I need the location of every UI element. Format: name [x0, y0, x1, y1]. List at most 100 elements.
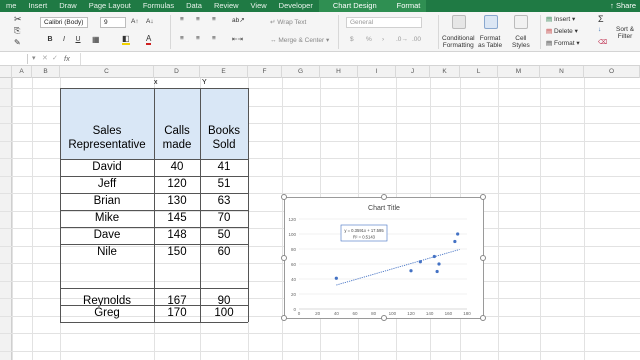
- borders-icon[interactable]: ▦: [92, 35, 100, 44]
- table-cell-rep[interactable]: Dave: [60, 227, 154, 244]
- column-header[interactable]: N: [540, 66, 584, 78]
- underline-button[interactable]: U: [72, 34, 84, 45]
- tab-formulas[interactable]: Formulas: [137, 0, 180, 12]
- table-cell-books[interactable]: 41: [200, 159, 248, 176]
- table-cell-calls[interactable]: [154, 261, 200, 288]
- table-cell-calls[interactable]: 148: [154, 227, 200, 244]
- copy-icon[interactable]: ⎘: [14, 26, 20, 36]
- resize-handle[interactable]: [281, 194, 287, 200]
- tab-insert[interactable]: Insert: [22, 0, 53, 12]
- align-middle-icon[interactable]: ≡: [196, 16, 200, 23]
- delete-cells-button[interactable]: ▤ Delete ▾: [546, 27, 578, 35]
- resize-handle[interactable]: [480, 315, 486, 321]
- column-header[interactable]: C: [60, 66, 154, 78]
- table-cell-books[interactable]: 100: [200, 305, 248, 322]
- tab-chart-design[interactable]: Chart Design: [318, 0, 391, 12]
- table-cell-calls[interactable]: 167: [154, 288, 200, 307]
- worksheet-grid[interactable]: x Y Sales Representative Calls made Book…: [0, 78, 640, 360]
- formula-input[interactable]: [80, 53, 636, 65]
- column-header[interactable]: O: [584, 66, 640, 78]
- resize-handle[interactable]: [281, 255, 287, 261]
- table-cell-calls[interactable]: 130: [154, 193, 200, 210]
- increase-font-icon[interactable]: A↑: [131, 18, 139, 25]
- chevron-down-icon[interactable]: ▾: [32, 54, 36, 62]
- format-cells-button[interactable]: ▤ Format ▾: [546, 39, 580, 47]
- comma-button[interactable]: ›: [382, 36, 384, 43]
- table-cell-books[interactable]: [200, 261, 248, 288]
- fill-color-icon[interactable]: ◧: [122, 34, 130, 45]
- insert-function-button[interactable]: fx: [64, 54, 70, 63]
- table-cell-rep[interactable]: Reynolds: [60, 288, 154, 307]
- format-as-table-button[interactable]: Format as Table: [478, 35, 502, 49]
- tab-developer[interactable]: Developer: [273, 0, 319, 12]
- column-header[interactable]: L: [460, 66, 498, 78]
- resize-handle[interactable]: [381, 194, 387, 200]
- table-cell-calls[interactable]: 145: [154, 210, 200, 227]
- name-box[interactable]: [2, 54, 28, 64]
- merge-center-button[interactable]: ↔ Merge & Center ▾: [270, 36, 329, 44]
- column-header[interactable]: D: [154, 66, 200, 78]
- table-cell-rep[interactable]: Greg: [60, 305, 154, 322]
- select-all-corner[interactable]: [0, 66, 12, 78]
- resize-handle[interactable]: [281, 315, 287, 321]
- table-cell-rep[interactable]: Mike: [60, 210, 154, 227]
- resize-handle[interactable]: [381, 315, 387, 321]
- tab-home[interactable]: me: [0, 0, 22, 12]
- header-books-sold[interactable]: Books Sold: [200, 124, 248, 152]
- table-cell-calls[interactable]: 40: [154, 159, 200, 176]
- currency-button[interactable]: $: [350, 36, 354, 43]
- column-header[interactable]: I: [358, 66, 396, 78]
- table-cell-books[interactable]: 70: [200, 210, 248, 227]
- scatter-chart[interactable]: Chart Title 0 20 40 60 80 100 120 0 20 40 60 80 100 12…: [281, 194, 486, 321]
- column-header[interactable]: E: [200, 66, 248, 78]
- table-cell-rep[interactable]: [60, 261, 154, 288]
- cut-icon[interactable]: ✂: [14, 14, 22, 25]
- decrease-font-icon[interactable]: A↓: [146, 18, 154, 25]
- table-cell-rep[interactable]: David: [60, 159, 154, 176]
- column-header[interactable]: M: [498, 66, 540, 78]
- tab-data[interactable]: Data: [180, 0, 208, 12]
- enter-icon[interactable]: ✓: [52, 54, 58, 62]
- italic-button[interactable]: I: [58, 34, 70, 45]
- column-header[interactable]: F: [248, 66, 282, 78]
- table-cell-books[interactable]: 90: [200, 288, 248, 307]
- table-cell-calls[interactable]: 120: [154, 176, 200, 193]
- header-calls-made[interactable]: Calls made: [154, 124, 200, 152]
- clear-icon[interactable]: ⌫: [598, 38, 607, 46]
- autosum-icon[interactable]: Σ: [598, 14, 604, 24]
- fill-icon[interactable]: ↓: [598, 26, 601, 33]
- column-header[interactable]: A: [12, 66, 32, 78]
- row-headers[interactable]: [0, 78, 12, 360]
- column-header[interactable]: G: [282, 66, 320, 78]
- align-right-icon[interactable]: ≡: [212, 35, 216, 42]
- font-size-select[interactable]: 9: [100, 17, 126, 28]
- header-sales-representative[interactable]: Sales Representative: [60, 124, 154, 152]
- indent-icon[interactable]: ⇤⇥: [232, 35, 243, 43]
- font-color-icon[interactable]: A: [146, 34, 152, 45]
- resize-handle[interactable]: [480, 255, 486, 261]
- sort-filter-button[interactable]: Sort & Filter: [616, 26, 634, 40]
- table-cell-books[interactable]: 51: [200, 176, 248, 193]
- table-cell-calls[interactable]: 150: [154, 244, 200, 261]
- table-cell-rep[interactable]: Nile: [60, 244, 154, 261]
- column-header[interactable]: J: [396, 66, 430, 78]
- align-left-icon[interactable]: ≡: [180, 35, 184, 42]
- number-format-select[interactable]: General: [346, 17, 422, 28]
- percent-button[interactable]: %: [366, 36, 372, 43]
- align-center-icon[interactable]: ≡: [196, 35, 200, 42]
- column-header[interactable]: B: [32, 66, 60, 78]
- table-cell-books[interactable]: 60: [200, 244, 248, 261]
- resize-handle[interactable]: [480, 194, 486, 200]
- tab-format[interactable]: Format: [390, 0, 427, 12]
- tab-page-layout[interactable]: Page Layout: [83, 0, 137, 12]
- column-header[interactable]: K: [430, 66, 460, 78]
- conditional-formatting-button[interactable]: Conditional Formatting: [442, 35, 475, 49]
- table-cell-rep[interactable]: Brian: [60, 193, 154, 210]
- share-button[interactable]: ↑ Share: [610, 0, 636, 12]
- align-top-icon[interactable]: ≡: [180, 16, 184, 23]
- decrease-decimal-icon[interactable]: .00: [412, 36, 421, 43]
- table-cell-rep[interactable]: Jeff: [60, 176, 154, 193]
- tab-view[interactable]: View: [245, 0, 273, 12]
- insert-cells-button[interactable]: ▤ Insert ▾: [546, 15, 575, 23]
- table-cell-books[interactable]: 63: [200, 193, 248, 210]
